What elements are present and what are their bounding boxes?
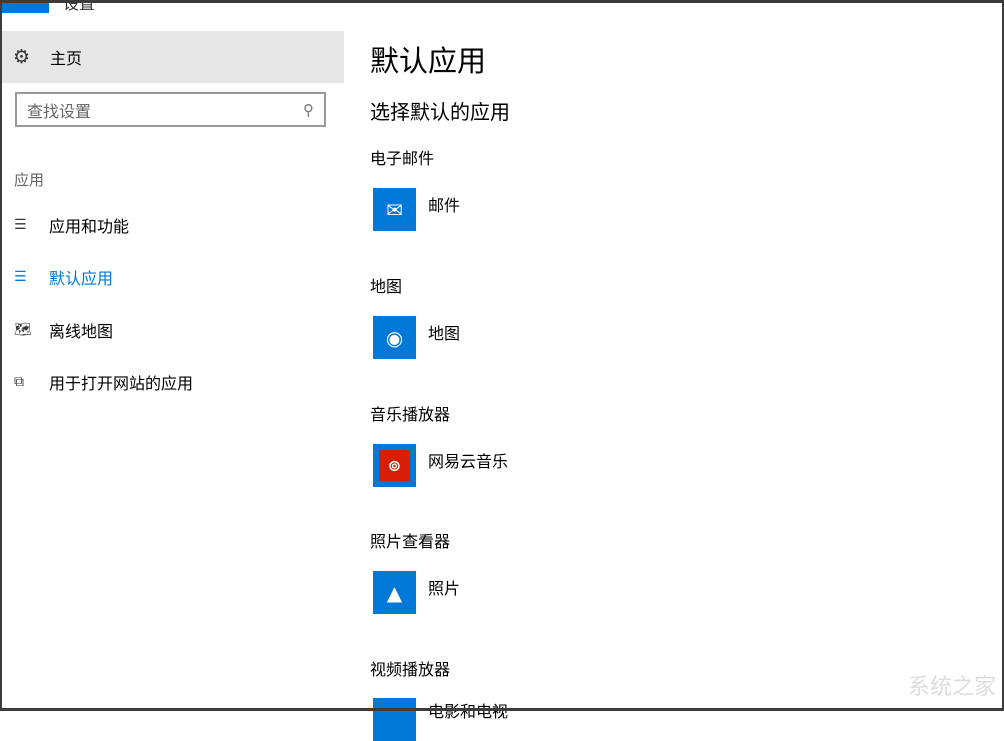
page-title: 默认应用 bbox=[370, 38, 486, 80]
search-placeholder: 查找设置 bbox=[27, 98, 303, 122]
default-app-video[interactable]: 电影和电视 bbox=[373, 698, 508, 741]
window-accent bbox=[2, 0, 49, 13]
search-input[interactable]: 查找设置 ⚲ bbox=[15, 92, 326, 127]
default-apps-icon: ☰ bbox=[14, 269, 49, 285]
list-icon: ☰ bbox=[14, 217, 49, 233]
category-email: 电子邮件 bbox=[370, 145, 434, 169]
home-label: 主页 bbox=[50, 45, 82, 69]
maps-icon: ◉ bbox=[373, 316, 416, 359]
app-name: 地图 bbox=[428, 320, 460, 344]
sidebar-item-apps-features[interactable]: ☰ 应用和功能 bbox=[14, 213, 129, 237]
watermark: 系统之家 bbox=[908, 669, 996, 701]
search-icon[interactable]: ⚲ bbox=[303, 101, 314, 119]
category-maps: 地图 bbox=[370, 273, 402, 297]
category-music: 音乐播放器 bbox=[370, 401, 450, 425]
sidebar-item-label: 离线地图 bbox=[49, 318, 113, 342]
sidebar-item-offline-maps[interactable]: 🗺 离线地图 bbox=[14, 318, 113, 342]
default-app-photos[interactable]: ▲ 照片 bbox=[373, 571, 460, 614]
netease-music-icon: ⊚ bbox=[373, 444, 416, 487]
app-name: 电影和电视 bbox=[428, 698, 508, 722]
movies-tv-icon bbox=[373, 698, 416, 741]
app-name: 网易云音乐 bbox=[428, 448, 508, 472]
sidebar-item-label: 应用和功能 bbox=[49, 213, 129, 237]
offline-map-icon: 🗺 bbox=[14, 322, 49, 338]
sidebar-item-label: 用于打开网站的应用 bbox=[49, 370, 193, 394]
sidebar-item-apps-for-websites[interactable]: ⧉ 用于打开网站的应用 bbox=[14, 370, 193, 394]
default-app-maps[interactable]: ◉ 地图 bbox=[373, 316, 460, 359]
gear-icon: ⚙ bbox=[13, 46, 35, 68]
app-name: 邮件 bbox=[428, 192, 460, 216]
sidebar-home[interactable]: ⚙ 主页 bbox=[2, 31, 344, 83]
sidebar-item-default-apps[interactable]: ☰ 默认应用 bbox=[14, 265, 113, 289]
category-video: 视频播放器 bbox=[370, 656, 450, 680]
sidebar-item-label: 默认应用 bbox=[49, 265, 113, 289]
mail-icon: ✉ bbox=[373, 188, 416, 231]
open-web-icon: ⧉ bbox=[14, 374, 49, 390]
window-title: 设置 bbox=[63, 0, 95, 14]
photos-icon: ▲ bbox=[373, 571, 416, 614]
page-subtitle: 选择默认的应用 bbox=[370, 96, 510, 125]
sidebar-section-label: 应用 bbox=[14, 169, 44, 190]
category-photos: 照片查看器 bbox=[370, 528, 450, 552]
app-name: 照片 bbox=[428, 575, 460, 599]
default-app-music[interactable]: ⊚ 网易云音乐 bbox=[373, 444, 508, 487]
default-app-email[interactable]: ✉ 邮件 bbox=[373, 188, 460, 231]
